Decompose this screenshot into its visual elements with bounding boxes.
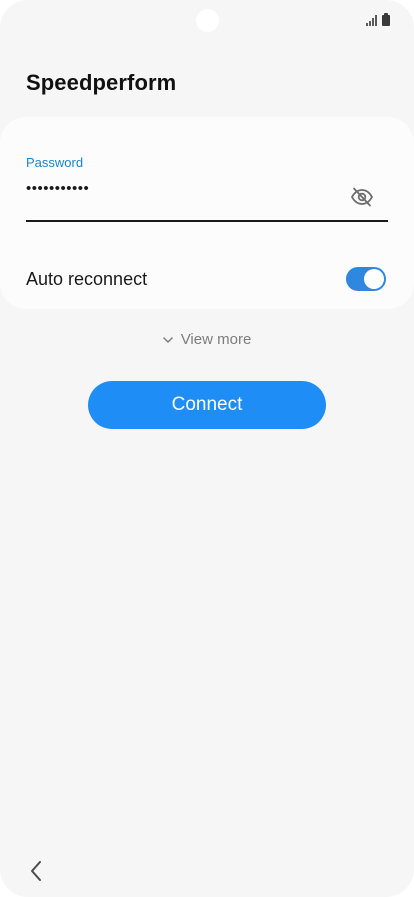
auto-reconnect-toggle[interactable] — [346, 267, 386, 291]
signal-strength-icon — [366, 15, 377, 26]
status-bar — [366, 12, 390, 26]
back-chevron-icon[interactable] — [24, 857, 48, 885]
phone-screen: Speedperform Password ••••••••••• Auto r… — [0, 0, 414, 897]
camera-cutout — [196, 9, 219, 32]
battery-icon — [382, 13, 390, 26]
page-title: Speedperform — [26, 70, 177, 95]
toggle-knob — [364, 269, 384, 289]
view-more-button[interactable]: View more — [0, 331, 414, 348]
password-input[interactable]: ••••••••••• — [26, 180, 89, 197]
auto-reconnect-label: Auto reconnect — [26, 269, 148, 289]
eye-off-icon[interactable] — [349, 185, 375, 209]
view-more-label: View more — [180, 331, 252, 348]
chevron-down-icon — [162, 331, 173, 348]
password-label: Password — [26, 155, 84, 170]
settings-card: Password ••••••••••• Auto reconnect — [0, 117, 414, 309]
password-underline — [26, 220, 388, 222]
connect-button[interactable]: Connect — [88, 381, 326, 429]
